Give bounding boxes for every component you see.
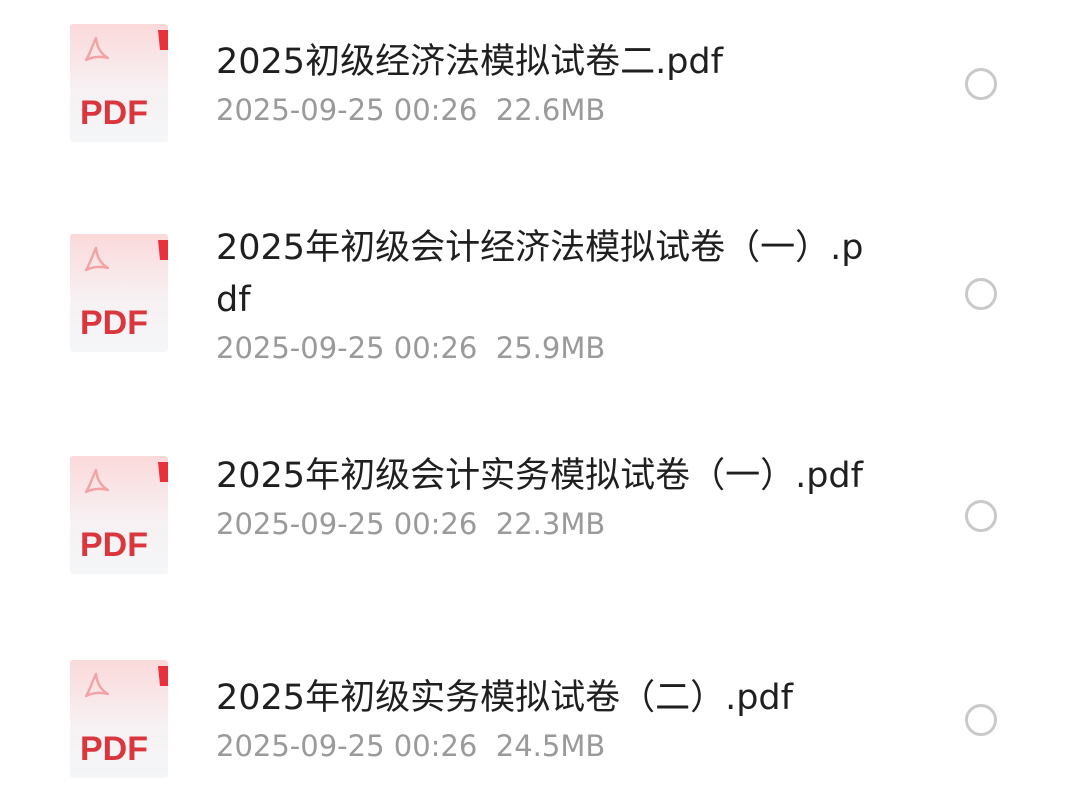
svg-text:PDF: PDF [80,304,148,342]
select-radio[interactable] [965,68,997,100]
file-name: 2025年初级会计实务模拟试卷（一）.pdf [216,456,863,496]
file-date: 2025-09-25 00:26 [216,93,478,127]
select-radio[interactable] [965,704,997,736]
pdf-file-icon: PDF [70,24,168,142]
svg-text:PDF: PDF [80,526,148,564]
file-size: 22.6MB [495,93,606,127]
file-date: 2025-09-25 00:26 [216,729,478,763]
file-meta: 2025-09-25 00:26 22.6MB [216,90,866,130]
file-name: 2025年初级实务模拟试卷（二）.pdf [216,678,793,718]
file-row[interactable]: PDF 2025年初级会计实务模拟试卷（一）.pdf 2025-09-25 00… [0,420,1068,640]
pdf-file-icon: PDF [70,456,168,574]
select-radio[interactable] [965,278,997,310]
file-size: 22.3MB [495,507,606,541]
pdf-file-icon: PDF [70,660,168,778]
file-date: 2025-09-25 00:26 [216,507,478,541]
file-meta: 2025-09-25 00:26 25.9MB [216,328,866,368]
file-name: 2025年初级会计经济法模拟试卷（一）.pdf [216,228,864,320]
svg-text:PDF: PDF [80,94,148,132]
file-list: PDF 2025初级经济法模拟试卷二.pdf 2025-09-25 00:26 … [0,0,1068,806]
file-row[interactable]: PDF 2025初级经济法模拟试卷二.pdf 2025-09-25 00:26 … [0,0,1068,190]
file-size: 25.9MB [495,331,606,365]
file-date: 2025-09-25 00:26 [216,331,478,365]
file-size: 24.5MB [495,729,606,763]
file-row[interactable]: PDF 2025年初级会计经济法模拟试卷（一）.pdf 2025-09-25 0… [0,190,1068,420]
file-name: 2025初级经济法模拟试卷二.pdf [216,42,723,82]
pdf-file-icon: PDF [70,234,168,352]
select-radio[interactable] [965,500,997,532]
file-row[interactable]: PDF 2025年初级实务模拟试卷（二）.pdf 2025-09-25 00:2… [0,640,1068,806]
file-meta: 2025-09-25 00:26 22.3MB [216,504,866,544]
file-meta: 2025-09-25 00:26 24.5MB [216,726,866,766]
svg-text:PDF: PDF [80,730,148,768]
